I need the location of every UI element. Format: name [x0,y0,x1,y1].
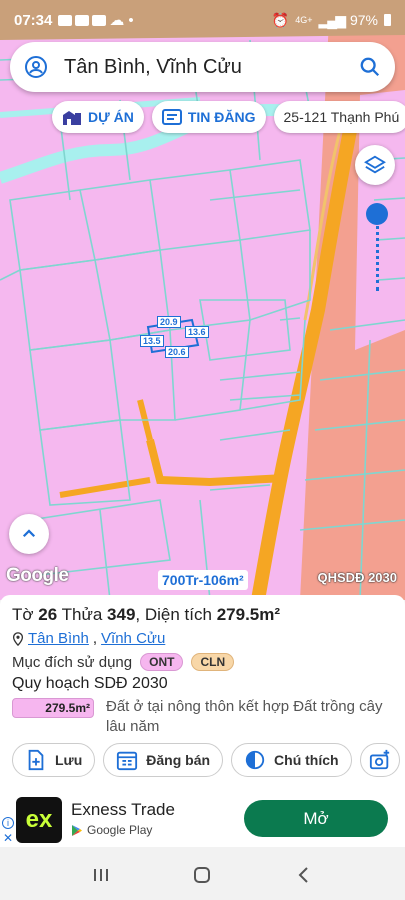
ad-logo: ex [16,797,62,843]
chip-projects-label: DỰ ÁN [88,109,134,125]
cloud-icon: ☁ [109,12,125,29]
listing-icon [161,109,182,125]
search-bar[interactable]: Tân Bình, Vĩnh Cửu [10,42,395,92]
save-button[interactable]: Lưu [12,743,96,777]
battery-percent: 97% [349,12,378,28]
legend-button[interactable]: Chú thích [231,743,352,777]
home-icon[interactable] [192,865,212,885]
play-store-icon [72,824,82,836]
contrast-icon [245,750,265,770]
commune-link[interactable]: Tân Bình [28,630,89,647]
status-time: 07:34 [14,11,53,29]
chip-location-label: 25-121 Thạnh Phú [283,109,400,125]
notification-icon [75,14,90,26]
add-document-icon [28,749,44,771]
ad-title: Exness Trade [71,800,175,819]
action-buttons: Lưu Đăng bán Chú thích [12,743,400,777]
chip-listings-label: TIN ĐĂNG [187,109,256,125]
filter-chips: DỰ ÁN TIN ĐĂNG 25-121 Thạnh Phú [52,101,405,133]
layers-button[interactable] [355,145,395,185]
plot-edge-label-bottom: 20.6 [165,346,189,358]
ad-banner[interactable]: i ✕ ex Exness Trade Google Play Mở [0,795,405,847]
price-badge[interactable]: 700Tr-106m² [158,570,248,590]
add-photo-icon [369,749,389,770]
chip-location[interactable]: 25-121 Thạnh Phú [273,101,405,133]
recent-apps-icon[interactable] [91,865,111,885]
search-icon[interactable] [359,56,381,78]
plot-edge-label-top: 20.9 [157,316,181,328]
plan-area-badge: 279.5m² [12,698,94,718]
ad-close-icon[interactable]: ✕ [3,831,13,845]
ad-info-icon[interactable]: i [2,817,14,829]
map-pin-icon [12,631,24,646]
chevron-up-icon [22,529,36,538]
purpose-row: Mục đích sử dụng ONT CLN [12,653,393,671]
area-label: Diện tích [144,605,212,624]
ad-open-button[interactable]: Mở [244,800,388,837]
back-icon[interactable] [294,865,314,885]
sheet-label: Tờ [12,605,34,624]
calendar-icon [117,751,138,771]
ad-store: Google Play [71,823,152,837]
save-button-label: Lưu [55,752,83,768]
plan-row: 279.5m² Đất ở tại nông thôn kết hợp Đất … [12,697,393,737]
chip-projects[interactable]: DỰ ÁN [52,101,144,133]
opacity-slider[interactable] [366,203,388,293]
sheet-number: 26 [38,605,58,624]
purpose-tag-ont[interactable]: ONT [140,653,184,671]
alarm-icon: ⏰ [271,11,290,28]
post-sale-label: Đăng bán [146,752,211,768]
network-type: 4G+ [295,15,313,25]
plot-edge-label-left: 13.5 [140,335,164,347]
purpose-tag-cln[interactable]: CLN [191,653,235,671]
location-pin-icon[interactable] [24,55,48,79]
purpose-label: Mục đích sử dụng [12,653,133,671]
parcel-location: Tân Bình, Vĩnh Cửu [12,630,393,647]
legend-label: Chú thích [274,752,339,768]
parcel-number: 349 [107,605,136,624]
district-link[interactable]: Vĩnh Cửu [101,630,165,647]
google-logo: Google [6,565,69,586]
dot-icon: • [128,11,134,29]
ad-store-label: Google Play [87,823,153,837]
signal-icon: ▂▄▆ [318,11,346,28]
notification-icon [58,14,73,26]
plot-edge-label-right: 13.6 [185,326,209,338]
building-icon [63,111,81,125]
search-title[interactable]: Tân Bình, Vĩnh Cửu [64,56,242,79]
parcel-label: Thửa [61,605,103,624]
status-bar: 07:34 ☁ • ⏰ 4G+ ▂▄▆ 97% [0,0,405,40]
chip-listings[interactable]: TIN ĐĂNG [151,101,266,133]
area-value: 279.5m² [216,605,281,624]
battery-icon [384,14,391,26]
plan-description: Đất ở tại nông thôn kết hợp Đất trồng câ… [106,698,383,735]
parcel-summary: Tờ 26 Thửa 349, Diện tích 279.5m² [12,605,281,624]
plan-title: Quy hoạch SDĐ 2030 [12,675,168,692]
add-photo-button[interactable] [359,743,400,777]
system-nav-bar [0,850,405,900]
plan-layer-label: QHSDĐ 2030 [317,570,397,585]
layers-icon [364,155,386,174]
slider-knob[interactable] [366,203,388,225]
notification-icon [92,14,107,26]
expand-panel-button[interactable] [9,514,49,554]
post-sale-button[interactable]: Đăng bán [103,743,224,777]
